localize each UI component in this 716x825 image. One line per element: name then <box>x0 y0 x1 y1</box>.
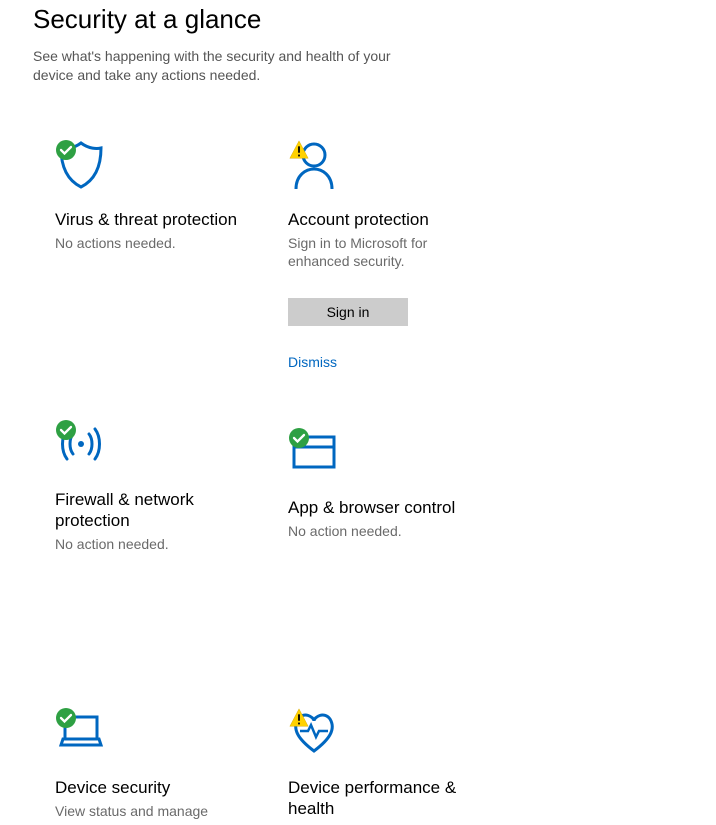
warning-badge-icon <box>288 707 310 729</box>
dismiss-link[interactable]: Dismiss <box>288 354 337 370</box>
tile-title: Device security <box>55 777 244 798</box>
tile-performance-health[interactable]: Device performance & health <box>266 685 499 825</box>
tile-account-protection[interactable]: Account protection Sign in to Microsoft … <box>266 125 499 405</box>
tile-title: App & browser control <box>288 497 477 518</box>
tile-title: Account protection <box>288 209 477 230</box>
window-icon <box>288 427 340 479</box>
tile-desc: Sign in to Microsoft for enhanced securi… <box>288 234 477 270</box>
tile-title: Device performance & health <box>288 777 477 820</box>
tile-device-security[interactable]: Device security View status and manage <box>33 685 266 825</box>
check-badge-icon <box>55 139 77 161</box>
shield-icon <box>55 139 107 191</box>
tile-title: Firewall & network protection <box>55 489 244 532</box>
tile-virus-threat[interactable]: Virus & threat protection No actions nee… <box>33 125 266 405</box>
tile-app-browser[interactable]: App & browser control No action needed. <box>266 405 499 685</box>
security-tiles: Virus & threat protection No actions nee… <box>0 85 716 825</box>
tile-desc: No action needed. <box>55 535 244 553</box>
laptop-icon <box>55 707 107 759</box>
heart-pulse-icon <box>288 707 340 759</box>
page-title: Security at a glance <box>0 0 716 35</box>
tile-desc: View status and manage <box>55 802 244 820</box>
check-badge-icon <box>288 427 310 449</box>
page-subtitle: See what's happening with the security a… <box>0 35 400 85</box>
tile-desc: No actions needed. <box>55 234 244 252</box>
check-badge-icon <box>55 419 77 441</box>
person-icon <box>288 139 340 191</box>
warning-badge-icon <box>288 139 310 161</box>
antenna-icon <box>55 419 107 471</box>
tile-title: Virus & threat protection <box>55 209 244 230</box>
sign-in-button[interactable]: Sign in <box>288 298 408 326</box>
tile-desc: No action needed. <box>288 522 477 540</box>
check-badge-icon <box>55 707 77 729</box>
tile-firewall-network[interactable]: Firewall & network protection No action … <box>33 405 266 685</box>
